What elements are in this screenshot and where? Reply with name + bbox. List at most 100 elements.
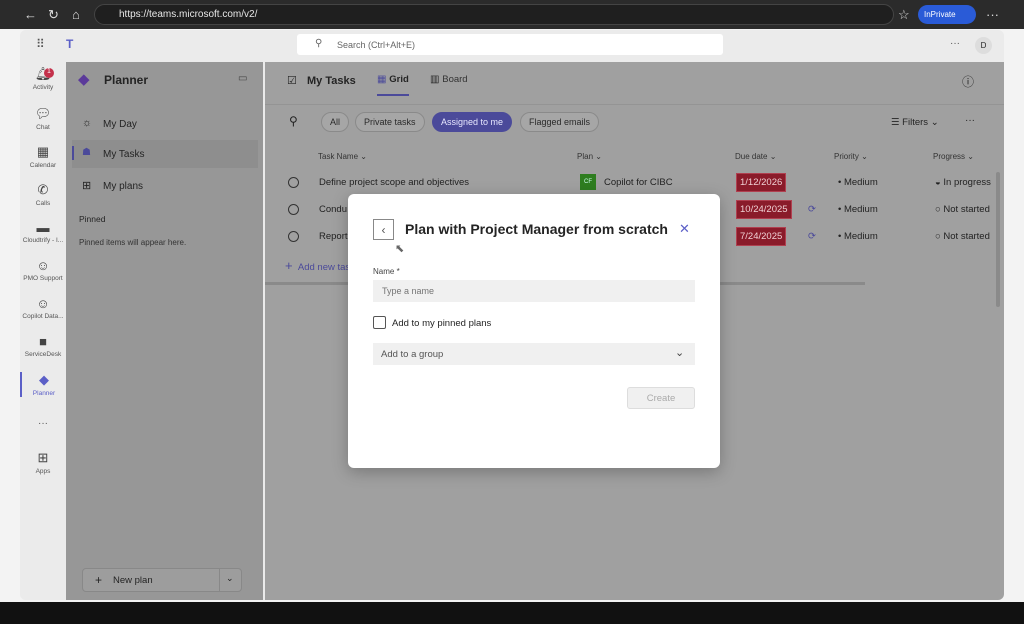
rail-label: ServiceDesk: [24, 351, 62, 358]
priority[interactable]: • Medium: [838, 177, 878, 188]
search-input[interactable]: ⚲ Search (Ctrl+Alt+E): [297, 34, 723, 55]
divider: [219, 569, 220, 591]
teams-topbar: ⠿ T ⚲ Search (Ctrl+Alt+E) ··· D: [20, 30, 1004, 62]
rail-apps[interactable]: ⊞ Apps: [20, 450, 66, 475]
rail-servicedesk[interactable]: ■ ServiceDesk: [20, 334, 66, 358]
tab-grid[interactable]: ▦ Grid: [377, 74, 409, 96]
rail-cloudtrify[interactable]: ▬ Cloudtrify - I...: [20, 220, 66, 244]
chip-all[interactable]: All: [321, 112, 350, 132]
recurring-icon: ⟳: [808, 204, 816, 215]
checkbox[interactable]: [373, 316, 386, 329]
task-name[interactable]: Define project scope and objectives: [319, 177, 469, 188]
pinned-heading: Pinned: [79, 214, 106, 224]
progress[interactable]: ◒ In progress: [935, 177, 991, 188]
rail-chat[interactable]: 💬︎ Chat: [20, 106, 66, 131]
chat-icon: 💬︎: [34, 106, 52, 121]
more-icon[interactable]: ···: [965, 115, 975, 126]
rail-planner[interactable]: ◆ Planner: [20, 372, 66, 397]
favorites-icon[interactable]: ☆: [898, 7, 910, 23]
app-launcher-icon[interactable]: ⠿: [36, 37, 45, 51]
create-button[interactable]: Create: [627, 387, 695, 409]
app-rail: 🔔︎ Activity 1 💬︎ Chat ▦ Calendar ✆ Calls ▬ Clo…: [20, 62, 66, 600]
address-bar[interactable]: https://teams.microsoft.com/v2/: [94, 4, 894, 25]
planner-logo-icon: ◆: [78, 71, 90, 88]
divider: [265, 104, 1004, 105]
chip-flagged-emails[interactable]: Flagged emails: [520, 112, 600, 132]
column-due-date[interactable]: Due date ⌄: [735, 152, 776, 161]
plus-icon: ⊞: [37, 450, 49, 465]
sidebar-item-my-tasks[interactable]: ☗ My Tasks: [72, 140, 258, 168]
rail-pmo-support[interactable]: ☺ PMO Support: [20, 258, 66, 282]
planner-icon: ◆: [39, 372, 49, 387]
help-icon[interactable]: ⓘ: [962, 73, 974, 90]
rail-label: Calendar: [29, 162, 57, 169]
due-date-badge[interactable]: 7/24/2025: [736, 227, 787, 246]
mouse-cursor-icon: ⬉: [395, 243, 405, 255]
app-icon: ▬: [36, 220, 50, 235]
planner-sidebar: ◆ Planner ▭ ☼ My Day ☗ My Tasks ⊞ My plans …: [66, 62, 263, 600]
tab-board[interactable]: ▥ Board: [430, 74, 468, 85]
chip-assigned-to-me[interactable]: Assigned to me: [432, 112, 513, 132]
rail-calls[interactable]: ✆ Calls: [20, 182, 66, 207]
sidebar-item-label: My Tasks: [103, 149, 145, 160]
back-icon[interactable]: ←: [24, 7, 37, 22]
add-task-button[interactable]: + Add new task: [285, 258, 355, 273]
search-placeholder: Search (Ctrl+Alt+E): [337, 40, 416, 50]
browser-menu-icon[interactable]: ···: [986, 7, 999, 22]
column-priority[interactable]: Priority ⌄: [834, 152, 868, 161]
active-indicator: [72, 146, 74, 160]
rail-label: Activity: [32, 84, 54, 91]
sidebar-item-my-plans[interactable]: ⊞ My plans: [72, 172, 258, 200]
column-plan[interactable]: Plan ⌄: [577, 152, 602, 161]
complete-checkbox[interactable]: [288, 231, 299, 242]
complete-checkbox[interactable]: [288, 204, 299, 215]
name-label: Name *: [373, 267, 400, 276]
column-task-name[interactable]: Task Name ⌄: [318, 152, 367, 161]
search-icon: ⚲: [315, 38, 323, 49]
page-title: My Tasks: [307, 75, 356, 87]
column-progress[interactable]: Progress ⌄: [933, 152, 974, 161]
task-name[interactable]: Report: [319, 231, 348, 242]
plus-icon: +: [95, 573, 103, 587]
chip-private-tasks[interactable]: Private tasks: [355, 112, 425, 132]
priority[interactable]: • Medium: [838, 231, 878, 242]
complete-checkbox[interactable]: [288, 177, 299, 188]
refresh-icon[interactable]: ↻: [48, 7, 59, 23]
due-date-badge[interactable]: 1/12/2026: [736, 173, 787, 192]
new-plan-button[interactable]: + New plan ⌄: [82, 568, 242, 592]
rail-label: Calls: [35, 200, 51, 207]
plan-name[interactable]: Copilot for CIBC: [604, 177, 673, 188]
progress[interactable]: ○ Not started: [935, 231, 990, 242]
taskbar-strip: [0, 602, 1024, 624]
avatar[interactable]: D: [975, 37, 992, 54]
recurring-icon: ⟳: [808, 231, 816, 242]
rail-more[interactable]: ···: [20, 418, 66, 429]
more-icon[interactable]: ···: [950, 38, 960, 49]
sidebar-item-my-day[interactable]: ☼ My Day: [72, 110, 258, 138]
inprivate-badge[interactable]: InPrivate: [918, 5, 976, 24]
plan-name-input[interactable]: [373, 280, 695, 302]
priority[interactable]: • Medium: [838, 204, 878, 215]
chevron-down-icon[interactable]: ⌄: [226, 573, 234, 584]
search-icon[interactable]: ⚲: [289, 114, 298, 128]
rail-activity[interactable]: 🔔︎ Activity 1: [20, 66, 66, 91]
rail-calendar[interactable]: ▦ Calendar: [20, 144, 66, 169]
table-row[interactable]: Define project scope and objectives CF C…: [265, 170, 1004, 197]
back-button[interactable]: ‹: [373, 219, 394, 240]
home-icon[interactable]: ⌂: [72, 7, 80, 22]
calendar-icon: ▦: [36, 144, 50, 159]
progress[interactable]: ○ Not started: [935, 204, 990, 215]
close-icon[interactable]: ✕: [679, 221, 690, 237]
rail-copilot-data[interactable]: ☺ Copilot Data...: [20, 296, 66, 320]
add-task-label: Add new task: [297, 262, 355, 273]
collapse-sidebar-icon[interactable]: ▭: [238, 73, 247, 84]
pinned-empty-text: Pinned items will appear here.: [79, 238, 187, 247]
bot-icon: ☺: [36, 296, 50, 311]
vertical-scrollbar[interactable]: [996, 172, 1000, 307]
group-dropdown[interactable]: Add to a group ⌄: [373, 343, 695, 365]
task-name[interactable]: Condu: [319, 204, 347, 215]
grid-icon: ⊞: [82, 180, 92, 192]
bell-icon: 🔔︎: [34, 66, 52, 81]
filters-button[interactable]: ☰ Filters ⌄: [891, 117, 939, 128]
due-date-badge[interactable]: 10/24/2025: [736, 200, 792, 219]
